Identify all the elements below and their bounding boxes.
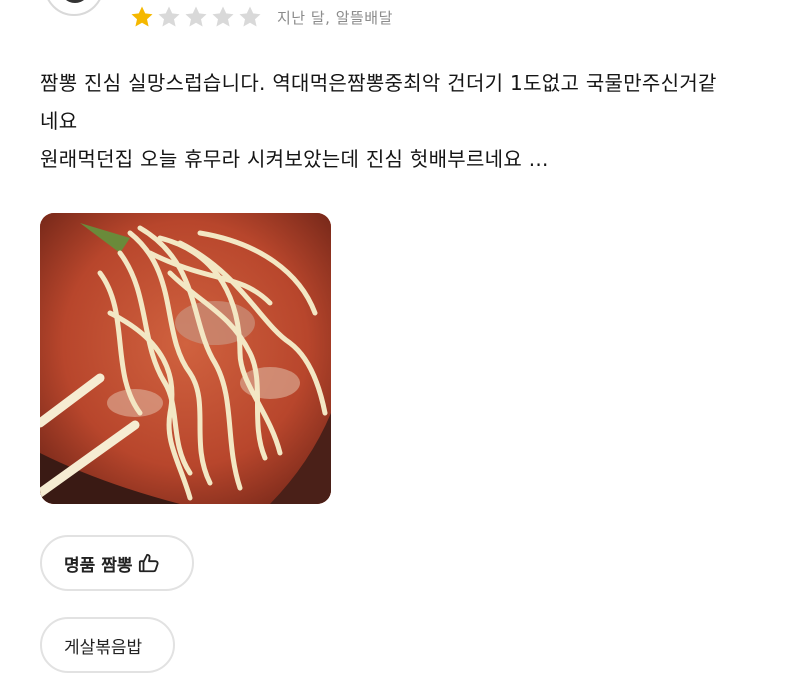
review-photo[interactable] [40,213,331,504]
menu-chip[interactable]: 게살볶음밥 [40,617,175,673]
review-line: 원래먹던집 오늘 휴무라 시켜보았는데 진심 헛배부르네요 ... [40,147,549,171]
menu-chip-label: 명품 짬뽕 [64,555,133,576]
reviewer-avatar[interactable] [44,0,104,16]
menu-chip-liked[interactable]: 명품 짬뽕 [40,535,194,591]
star-icon-1 [131,6,153,27]
review-line: 짬뽕 진심 실망스럽습니다. 역대먹은짬뽕중최악 건더기 1도없고 국물만주신거… [40,71,717,95]
thumbs-up-icon [139,553,160,573]
star-icon-4 [212,6,234,27]
star-icon-2 [158,6,180,27]
avatar-face [60,0,90,3]
noodle-soup-image [40,213,331,504]
review-meta: 지난 달, 알뜰배달 [277,8,393,27]
menu-chip-label: 게살볶음밥 [64,637,143,658]
review-line: 네요 [40,109,78,133]
review-text: 짬뽕 진심 실망스럽습니다. 역대먹은짬뽕중최악 건더기 1도없고 국물만주신거… [40,64,780,178]
star-icon-3 [185,6,207,27]
star-icon-5 [239,6,261,27]
rating-row: 지난 달, 알뜰배달 [130,3,393,31]
